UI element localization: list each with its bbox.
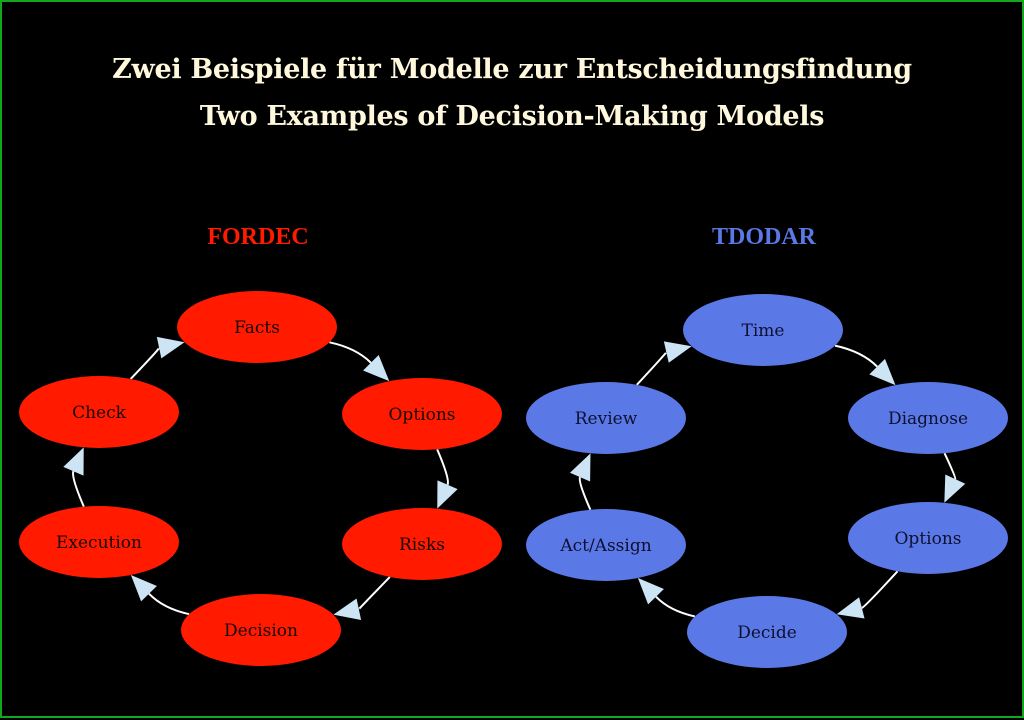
node-label: Options bbox=[895, 529, 962, 549]
edge-decide-to-act-assign bbox=[655, 595, 696, 618]
edge-options-to-risks bbox=[436, 448, 449, 486]
node-label: Execution bbox=[56, 533, 142, 553]
node-label: Act/Assign bbox=[559, 536, 651, 556]
node-label: Diagnose bbox=[888, 409, 968, 429]
node-fordec-decision: Decision bbox=[181, 594, 341, 666]
edge-facts-to-options bbox=[329, 341, 372, 364]
node-fordec-check: Check bbox=[19, 376, 179, 448]
node-tdodar-decide: Decide bbox=[687, 596, 847, 668]
node-tdodar-act-assign: Act/Assign bbox=[526, 509, 686, 581]
node-label: Time bbox=[742, 321, 785, 341]
node-label: Decide bbox=[737, 623, 797, 643]
node-tdodar-time: Time bbox=[683, 294, 843, 366]
edge-risks-to-decision bbox=[357, 576, 391, 611]
node-label: Check bbox=[72, 403, 127, 423]
node-tdodar-options: Options bbox=[848, 502, 1008, 574]
diagram-frame: Zwei Beispiele für Modelle zur Entscheid… bbox=[0, 0, 1024, 718]
edge-decision-to-execution bbox=[148, 592, 190, 616]
node-fordec-execution: Execution bbox=[19, 506, 179, 578]
arrowhead-icon bbox=[836, 597, 865, 619]
node-label: Decision bbox=[224, 621, 298, 641]
arrowhead-icon bbox=[156, 336, 185, 359]
fordec-cycle: Facts Options Risks Decision Execution Check bbox=[19, 291, 502, 666]
arrowhead-icon bbox=[663, 341, 692, 363]
edge-execution-to-check bbox=[72, 470, 85, 508]
node-fordec-risks: Risks bbox=[342, 508, 502, 580]
edge-review-to-time bbox=[636, 351, 668, 386]
edge-check-to-facts bbox=[129, 346, 161, 380]
node-label: Options bbox=[389, 405, 456, 425]
node-tdodar-diagnose: Diagnose bbox=[848, 382, 1008, 454]
arrowhead-icon bbox=[333, 598, 362, 621]
node-fordec-facts: Facts bbox=[177, 291, 337, 363]
node-label: Facts bbox=[234, 318, 280, 338]
node-fordec-options: Options bbox=[342, 378, 502, 450]
edge-time-to-diagnose bbox=[834, 344, 878, 368]
node-label: Review bbox=[575, 409, 638, 429]
edge-act-assign-to-review bbox=[578, 476, 592, 511]
node-label: Risks bbox=[399, 535, 445, 555]
node-tdodar-review: Review bbox=[526, 382, 686, 454]
tdodar-cycle: Time Diagnose Options Decide Act/Assign Revie… bbox=[526, 294, 1008, 668]
edge-options-to-decide bbox=[861, 570, 899, 609]
cycle-diagrams: Facts Options Risks Decision Execution Check T… bbox=[19, 291, 1008, 668]
